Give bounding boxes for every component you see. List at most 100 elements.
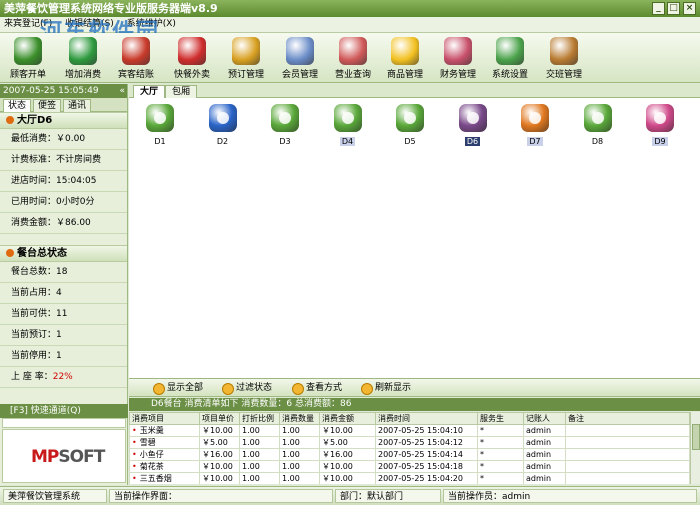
quick-nav-bar[interactable]: [F3] 快速通道(Q): [0, 404, 128, 418]
show-all-button[interactable]: 显示全部: [153, 382, 203, 395]
info-row: 当前占用：4: [0, 283, 127, 304]
toolbar-button-label: 增加消费: [64, 70, 101, 80]
datetime-bar: 2007-05-25 15:05:49 «: [0, 84, 127, 98]
table-d4[interactable]: D4: [326, 104, 370, 150]
table-row[interactable]: • 玉米羹 ￥10.00 1.00 1.00 ￥10.00 2007-05-25 15:04…: [129, 424, 690, 437]
row-bullet-icon: •: [132, 426, 137, 435]
left-panel: 2007-05-25 15:05:49 « 状态 便签 通讯 大厅D6 最低消费…: [0, 84, 128, 485]
table-name: D9: [652, 137, 668, 146]
members-icon: [286, 37, 314, 65]
tab-status[interactable]: 状态: [3, 99, 31, 112]
close-button[interactable]: ×: [683, 2, 696, 15]
toolbar-button-1[interactable]: 增加消费: [59, 35, 107, 81]
column-header[interactable]: 消费项目: [129, 412, 200, 425]
column-header[interactable]: 备注: [565, 412, 690, 425]
search-book-icon: [339, 37, 367, 65]
toolbar-button-4[interactable]: 预订管理: [222, 35, 270, 81]
collapse-panel-button[interactable]: «: [119, 84, 125, 98]
mpsoft-logo: MPSOFT: [2, 429, 126, 483]
column-header[interactable]: 记账人: [523, 412, 566, 425]
grid-cell: admin: [523, 436, 566, 449]
cell-text: 2007-05-25 15:04:10: [378, 426, 463, 435]
menu-checkout[interactable]: 收银结算(S): [65, 19, 114, 29]
grid-cell: ￥16.00: [199, 448, 240, 461]
status-department: 部门：默认部门: [335, 489, 441, 503]
table-row[interactable]: • 三五香烟 ￥10.00 1.00 1.00 ￥10.00 2007-05-25 15:0…: [129, 472, 690, 484]
grid-cell: • 雪碧: [129, 436, 200, 449]
table-row[interactable]: • 小鱼仔 ￥16.00 1.00 1.00 ￥16.00 2007-05-25 15:04…: [129, 448, 690, 461]
toolbar-button-10[interactable]: 交班管理: [540, 35, 588, 81]
table-row[interactable]: • 菊花茶 ￥10.00 1.00 1.00 ￥10.00 2007-05-25 15:04…: [129, 460, 690, 473]
grid-cell: admin: [523, 448, 566, 461]
toolbar-button-7[interactable]: 商品管理: [381, 35, 429, 81]
toolbar-button-8[interactable]: 财务管理: [434, 35, 482, 81]
table-summary-info: 餐台总数：18 当前占用：4 当前可供：11 当前预订：1 当前停用：1 上 座 率：22…: [0, 262, 127, 388]
table-d6[interactable]: D6: [451, 104, 495, 150]
summary-header: 餐台总状态: [0, 245, 127, 262]
tab-private-rooms[interactable]: 包厢: [165, 85, 198, 98]
toolbar-button-2[interactable]: 宾客结账: [112, 35, 160, 81]
toolbar-button-3[interactable]: 快餐外卖: [168, 35, 216, 81]
column-header[interactable]: 消费金额: [319, 412, 376, 425]
toolbar-button-5[interactable]: 会员管理: [276, 35, 324, 81]
toolbar-button-label: 交班管理: [545, 70, 582, 80]
table-d2[interactable]: D2: [201, 104, 245, 150]
scrollbar-thumb[interactable]: [692, 424, 700, 450]
grid-scrollbar[interactable]: [690, 412, 700, 484]
cell-text: 1.00: [282, 474, 300, 483]
cell-text: admin: [526, 438, 552, 447]
minimize-button[interactable]: _: [652, 2, 665, 15]
toolbar-button-0[interactable]: 顾客开单: [4, 35, 52, 81]
grid-cell: [565, 472, 690, 484]
tab-messages[interactable]: 通讯: [63, 99, 91, 112]
grid-cell: ￥5.00: [319, 436, 376, 449]
table-d3[interactable]: D3: [263, 104, 307, 150]
cell-text: 2007-05-25 15:04:20: [378, 474, 463, 483]
tab-notes[interactable]: 便签: [33, 99, 61, 112]
column-header[interactable]: 消费时间: [375, 412, 478, 425]
table-d5[interactable]: D5: [388, 104, 432, 150]
maximize-button[interactable]: □: [667, 2, 680, 15]
column-header[interactable]: 打折比例: [239, 412, 280, 425]
takeout-icon: [178, 37, 206, 65]
info-value: 11: [56, 309, 68, 319]
consumption-info-bar: D6餐台 消费清单如下 消费数量：6 总消费额：86: [129, 398, 700, 411]
grid-cell: ￥10.00: [319, 472, 376, 484]
menu-guest-register[interactable]: 来宾登记(F): [4, 19, 52, 29]
cell-text: 1.00: [242, 426, 260, 435]
column-header[interactable]: 服务生: [477, 412, 524, 425]
menu-system[interactable]: 系统维护(X): [127, 19, 176, 29]
table-d9[interactable]: D9: [638, 104, 682, 150]
view-mode-button[interactable]: 查看方式: [292, 382, 342, 395]
status-app-name: 美萍餐饮管理系统: [3, 489, 107, 503]
cell-text: admin: [526, 462, 552, 471]
toolbar-button-6[interactable]: 营业查询: [329, 35, 377, 81]
refresh-button[interactable]: 刷新显示: [361, 382, 411, 395]
quick-nav-input[interactable]: [2, 418, 126, 428]
tables-grid: D1 D2 D3 D4 D5 D6 D7 D8 D9: [129, 100, 700, 378]
row-bullet-icon: •: [132, 462, 137, 471]
filter-status-button[interactable]: 过滤状态: [222, 382, 272, 395]
status-operator: 当前操作员：admin: [443, 489, 697, 503]
info-value: 1: [56, 330, 62, 340]
cell-text: ￥5.00: [202, 438, 228, 447]
column-header[interactable]: 项目单价: [199, 412, 240, 425]
cell-text: *: [480, 474, 484, 483]
info-value: 不计房间费: [56, 155, 102, 165]
info-value: ￥0.00: [56, 134, 86, 144]
grid-cell: 1.00: [239, 448, 280, 461]
toolbar-button-9[interactable]: 系统设置: [486, 35, 534, 81]
cell-text: 菊花茶: [139, 462, 164, 471]
toolbar-button-label: 财务管理: [439, 70, 476, 80]
table-d7[interactable]: D7: [513, 104, 557, 150]
cell-text: 1.00: [242, 450, 260, 459]
grid-cell: 1.00: [279, 436, 320, 449]
table-d8[interactable]: D8: [576, 104, 620, 150]
table-row[interactable]: • 雪碧 ￥5.00 1.00 1.00 ￥5.00 2007-05-25 15:04:12…: [129, 436, 690, 449]
cell-text: ￥10.00: [202, 426, 233, 435]
current-datetime: 2007-05-25 15:05:49: [3, 86, 99, 96]
column-header[interactable]: 消费数量: [279, 412, 320, 425]
grid-cell: • 菊花茶: [129, 460, 200, 473]
table-d1[interactable]: D1: [138, 104, 182, 150]
tab-hall[interactable]: 大厅: [133, 85, 166, 98]
